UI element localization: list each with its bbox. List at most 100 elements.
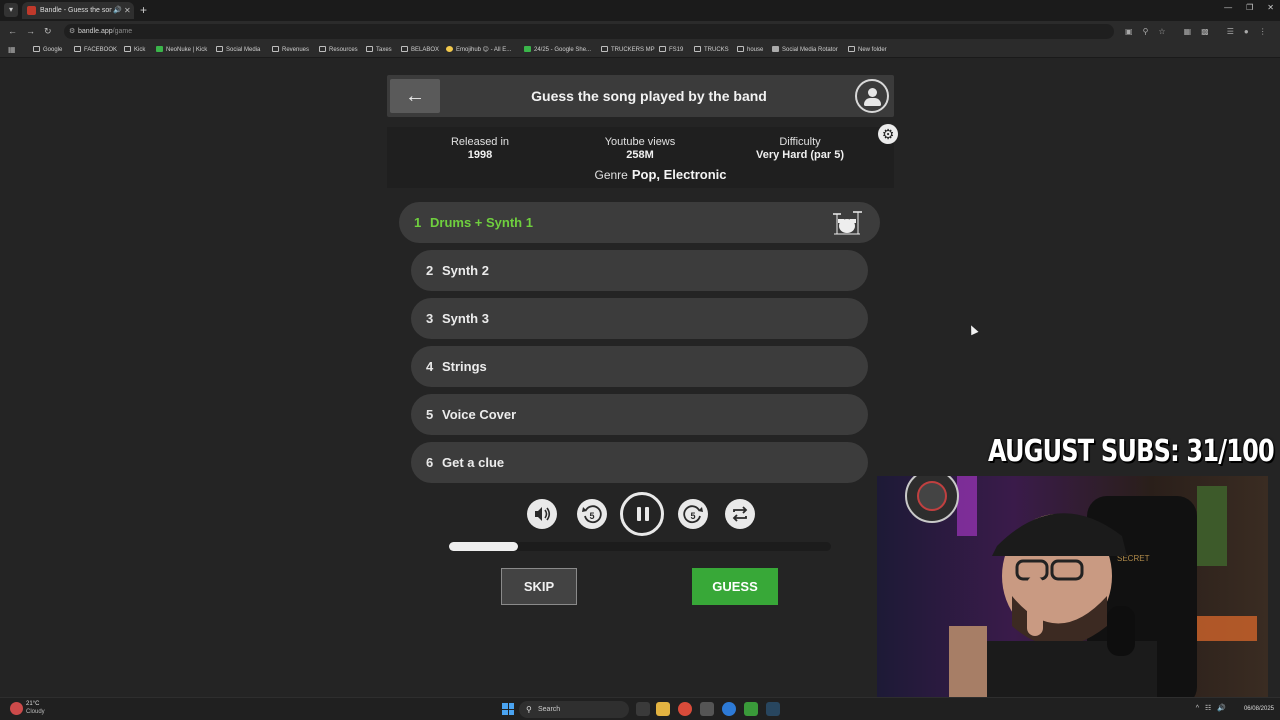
webcam-image: SECRET: [877, 476, 1268, 707]
volume-button[interactable]: [527, 499, 557, 529]
extension-icon[interactable]: ▦: [1184, 26, 1192, 37]
site-info-icon[interactable]: ⚙: [69, 26, 75, 37]
bookmark-star-icon[interactable]: ☆: [1158, 26, 1165, 37]
song-info-panel: ⚙ Released in 1998 Youtube views 258M Di…: [387, 124, 898, 188]
start-menu-icon[interactable]: [502, 703, 514, 715]
folder-icon: [659, 46, 666, 52]
chrome-icon[interactable]: [678, 702, 692, 716]
restore-icon[interactable]: ❐: [1246, 3, 1253, 12]
tab-search-menu-icon[interactable]: ▾: [4, 3, 18, 17]
tab-groups-icon[interactable]: ☰: [1227, 26, 1234, 37]
profile-button[interactable]: [855, 79, 889, 113]
playback-progress-fill: [449, 542, 518, 551]
bookmark-item[interactable]: 24/25 - Google She...: [524, 44, 591, 56]
stem-row-1[interactable]: 1 Drums + Synth 1: [399, 202, 880, 243]
close-window-icon[interactable]: ✕: [1267, 3, 1274, 12]
stem-label: Synth 3: [442, 311, 489, 326]
task-view-icon[interactable]: [636, 702, 650, 716]
bookmark-item[interactable]: house: [737, 44, 763, 56]
forward-5-button[interactable]: 5: [678, 499, 708, 529]
subs-goal-overlay: AUGUST SUBS: 31/100: [988, 434, 1275, 469]
repeat-icon: [732, 506, 748, 522]
back-nav-icon[interactable]: ←: [8, 25, 17, 38]
views-count: 258M: [626, 149, 654, 161]
browser-tab-bandle[interactable]: Bandle - Guess the song, o 🔊 ✕: [22, 2, 134, 19]
app-icon[interactable]: [700, 702, 714, 716]
steam-icon[interactable]: [766, 702, 780, 716]
player-controls: 5 5: [520, 492, 760, 536]
sheets-icon: [524, 46, 531, 52]
bandle-favicon-icon: [27, 6, 36, 15]
rotator-icon: [772, 46, 779, 52]
bookmark-item[interactable]: Taxes: [366, 44, 392, 56]
stem-row-2[interactable]: 2 Synth 2: [411, 250, 868, 291]
bookmark-item[interactable]: FACEBOOK: [74, 44, 117, 56]
stem-row-3[interactable]: 3 Synth 3: [411, 298, 868, 339]
folder-icon: [366, 46, 373, 52]
genre-info: Genre Pop, Electronic: [594, 167, 727, 182]
tray-chevron-icon[interactable]: ^: [1196, 704, 1199, 714]
stem-label: Drums + Synth 1: [430, 215, 533, 230]
bookmark-item[interactable]: NeoNuke | Kick: [156, 44, 207, 56]
volume-tray-icon[interactable]: 🔊: [1217, 704, 1226, 714]
difficulty-value: Very Hard (par 5): [755, 149, 845, 161]
file-explorer-icon[interactable]: [656, 702, 670, 716]
folder-icon: [33, 46, 40, 52]
url-text: bandle.app/game: [78, 28, 133, 35]
stem-row-5[interactable]: 5 Voice Cover: [411, 394, 868, 435]
stem-label: Synth 2: [442, 263, 489, 278]
settings-gear-icon[interactable]: ⚙: [878, 124, 898, 144]
bookmark-item[interactable]: Social Media Rotator: [772, 44, 838, 56]
released-year: 1998: [467, 149, 493, 161]
url-field[interactable]: ⚙ bandle.app/game: [64, 24, 1114, 39]
window-controls: — ❐ ✕: [1224, 3, 1274, 12]
tab-close-icon[interactable]: ✕: [124, 5, 131, 17]
browser-menu-icon[interactable]: ⋮: [1259, 26, 1267, 37]
bookmark-item[interactable]: Emojihub 😊 - All E...: [446, 44, 511, 56]
playback-progress-bar[interactable]: [449, 542, 831, 551]
profile-avatar-icon[interactable]: ●: [1244, 26, 1249, 37]
bookmark-item[interactable]: Revenues: [272, 44, 309, 56]
bookmark-item[interactable]: Google: [33, 44, 62, 56]
bookmark-item[interactable]: BELABOX: [401, 44, 439, 56]
weather-temperature: 21°C: [26, 701, 40, 707]
bookmark-item[interactable]: TRUCKERS MP: [601, 44, 655, 56]
back-button[interactable]: ←: [390, 79, 440, 113]
bookmark-item[interactable]: TRUCKS: [694, 44, 729, 56]
rewind-5-button[interactable]: 5: [577, 499, 607, 529]
extensions-puzzle-icon[interactable]: ▩: [1201, 26, 1209, 37]
stem-row-6[interactable]: 6 Get a clue: [411, 442, 868, 483]
bookmark-item[interactable]: FS19: [659, 44, 683, 56]
app-icon[interactable]: [722, 702, 736, 716]
weather-icon[interactable]: [10, 702, 23, 715]
new-tab-icon[interactable]: +: [140, 2, 147, 18]
stem-row-4[interactable]: 4 Strings: [411, 346, 868, 387]
apps-grid-icon[interactable]: ▦: [8, 44, 16, 56]
svg-text:5: 5: [690, 511, 695, 521]
taskbar-date: 06/08/2025: [1243, 706, 1274, 712]
skip-button[interactable]: SKIP: [501, 568, 577, 605]
forward-nav-icon[interactable]: →: [26, 25, 35, 38]
user-icon: [868, 88, 877, 97]
game-title: Guess the song played by the band: [531, 88, 767, 104]
folder-icon: [401, 46, 408, 52]
bookmark-item[interactable]: Social Media: [216, 44, 260, 56]
emoji-icon: [446, 46, 453, 52]
repeat-button[interactable]: [725, 499, 755, 529]
bookmarks-bar: ▦ Google FACEBOOK Kick NeoNuke | Kick So…: [0, 42, 1280, 58]
guess-button[interactable]: GUESS: [692, 568, 778, 605]
pause-button[interactable]: [620, 492, 664, 536]
bookmark-item[interactable]: Kick: [124, 44, 145, 56]
xbox-icon[interactable]: [744, 702, 758, 716]
network-icon[interactable]: ☷: [1205, 704, 1211, 714]
reload-icon[interactable]: ↻: [44, 25, 52, 38]
tab-audio-icon[interactable]: 🔊: [113, 5, 122, 17]
zoom-icon[interactable]: ⚲: [1143, 26, 1149, 37]
install-app-icon[interactable]: ▣: [1125, 26, 1133, 37]
browser-tab-bar: ▾ Bandle - Guess the song, o 🔊 ✕ + — ❐ ✕: [0, 0, 1280, 21]
bookmark-item[interactable]: New folder: [848, 44, 887, 56]
genre-value: Pop, Electronic: [631, 167, 727, 182]
bookmark-item[interactable]: Resources: [319, 44, 358, 56]
taskbar-search[interactable]: ⚲ Search: [519, 701, 629, 718]
minimize-icon[interactable]: —: [1224, 3, 1232, 12]
